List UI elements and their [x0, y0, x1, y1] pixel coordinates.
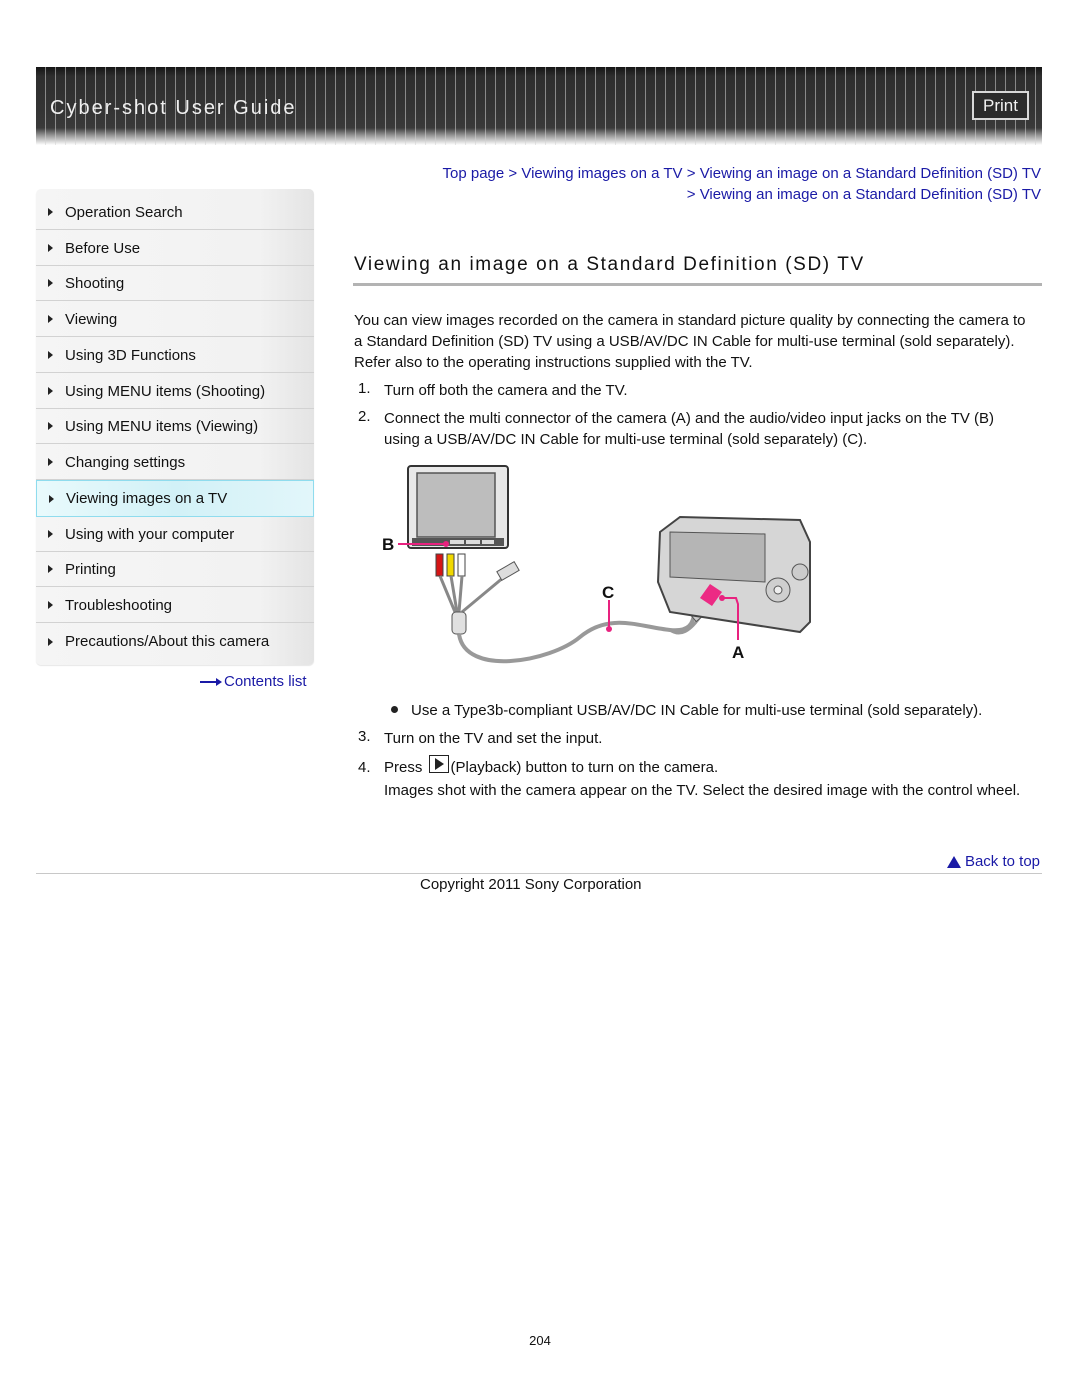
breadcrumb-current: Viewing an image on a Standard Definitio… [699, 186, 1041, 203]
sidebar-item-label: Troubleshooting [65, 596, 173, 614]
step-text-after: (Playback) button to turn on the camera. [450, 759, 719, 776]
triangle-right-icon [48, 244, 53, 252]
breadcrumb-separator: > [682, 165, 700, 182]
copyright: Copyright 2011 Sony Corporation [420, 876, 642, 893]
page-number: 204 [529, 1333, 551, 1348]
sidebar-item-before-use[interactable]: Before Use [36, 231, 314, 266]
breadcrumb-separator: > [686, 186, 700, 203]
triangle-right-icon [48, 458, 53, 466]
header-banner: Cyber-shot User Guide Print [36, 67, 1042, 145]
playback-icon [428, 755, 449, 773]
sidebar-item-menu-shooting[interactable]: Using MENU items (Shooting) [36, 374, 314, 409]
diagram-label-c: C [602, 583, 614, 602]
diagram-label-a: A [732, 643, 744, 662]
triangle-right-icon [48, 351, 53, 359]
sidebar-item-label: Using with your computer [65, 525, 235, 543]
breadcrumb-viewing-images-on-tv[interactable]: Viewing images on a TV [521, 165, 682, 182]
print-button[interactable]: Print [972, 91, 1029, 120]
sidebar-item-printing[interactable]: Printing [36, 552, 314, 587]
triangle-right-icon [49, 494, 54, 503]
sidebar-item-label: Using MENU items (Viewing) [65, 417, 259, 435]
triangle-right-icon [48, 279, 53, 287]
sidebar-item-menu-viewing[interactable]: Using MENU items (Viewing) [36, 409, 314, 444]
step-number: 1. [358, 380, 371, 397]
step-note: Images shot with the camera appear on th… [384, 782, 1021, 799]
step-number: 4. [358, 759, 371, 776]
camera-illustration [656, 515, 811, 634]
sidebar-item-shooting[interactable]: Shooting [36, 266, 314, 301]
footer-divider [36, 873, 1042, 874]
sidebar-item-troubleshooting[interactable]: Troubleshooting [36, 588, 314, 623]
breadcrumb-sd-tv-parent[interactable]: Viewing an image on a Standard Definitio… [700, 165, 1041, 182]
sidebar-item-using-with-computer[interactable]: Using with your computer [36, 517, 314, 552]
title-divider [353, 283, 1042, 286]
breadcrumb: Top page > Viewing images on a TV > View… [400, 163, 1041, 205]
triangle-right-icon [48, 530, 53, 538]
sidebar-nav: Operation Search Before Use Shooting Vie… [36, 189, 314, 665]
sidebar-item-label: Shooting [65, 274, 125, 292]
triangle-right-icon [48, 565, 53, 573]
breadcrumb-top-page[interactable]: Top page [443, 165, 505, 182]
step-text: Press (Playback) button to turn on the c… [384, 755, 1034, 780]
sidebar-item-label: Changing settings [65, 453, 186, 471]
triangle-right-icon [48, 422, 53, 430]
bullet-icon [391, 706, 398, 713]
sidebar-item-label: Viewing [65, 310, 118, 328]
sidebar-item-label: Precautions/About this camera [65, 633, 270, 650]
intro-paragraph: You can view images recorded on the came… [354, 312, 1026, 371]
sidebar-item-viewing[interactable]: Viewing [36, 302, 314, 337]
tv-illustration [407, 465, 509, 549]
back-to-top-link[interactable]: Back to top [946, 853, 1040, 870]
breadcrumb-separator: > [504, 165, 522, 182]
contents-list-link[interactable]: Contents list [200, 673, 307, 690]
connection-diagram: B C A [382, 465, 811, 664]
step-text: Turn on the TV and set the input. [384, 730, 603, 747]
sidebar-item-using-3d-functions[interactable]: Using 3D Functions [36, 338, 314, 373]
contents-list-label: Contents list [224, 673, 307, 690]
back-to-top-label: Back to top [964, 853, 1040, 870]
step-number: 3. [358, 728, 371, 745]
step-text: Turn off both the camera and the TV. [384, 382, 628, 399]
triangle-right-icon [48, 637, 53, 646]
sidebar-item-label: Viewing images on a TV [66, 490, 228, 507]
sidebar-item-operation-search[interactable]: Operation Search [36, 195, 314, 230]
triangle-right-icon [48, 208, 53, 216]
bullet-note: Use a Type3b-compliant USB/AV/DC IN Cabl… [411, 702, 983, 719]
sidebar-item-changing-settings[interactable]: Changing settings [36, 445, 314, 480]
page-title: Viewing an image on a Standard Definitio… [354, 254, 865, 275]
arrow-right-icon [200, 677, 222, 686]
triangle-right-icon [48, 315, 53, 323]
step-text-before: Press [384, 759, 423, 776]
sidebar-item-label: Before Use [65, 239, 141, 257]
sidebar-item-label: Operation Search [65, 203, 183, 221]
step-number: 2. [358, 408, 371, 425]
triangle-right-icon [48, 387, 53, 395]
triangle-up-icon [946, 855, 961, 868]
sidebar-item-precautions[interactable]: Precautions/About this camera [36, 624, 314, 659]
sidebar-item-label: Using MENU items (Shooting) [65, 382, 266, 400]
sidebar-item-label: Using 3D Functions [65, 346, 196, 364]
step-text: Connect the multi connector of the camer… [384, 410, 995, 448]
triangle-right-icon [48, 601, 53, 609]
sidebar-item-viewing-images-on-tv[interactable]: Viewing images on a TV [36, 480, 314, 517]
app-title: Cyber-shot User Guide [50, 97, 297, 119]
sidebar-item-label: Printing [65, 560, 116, 578]
diagram-label-b: B [382, 535, 394, 554]
